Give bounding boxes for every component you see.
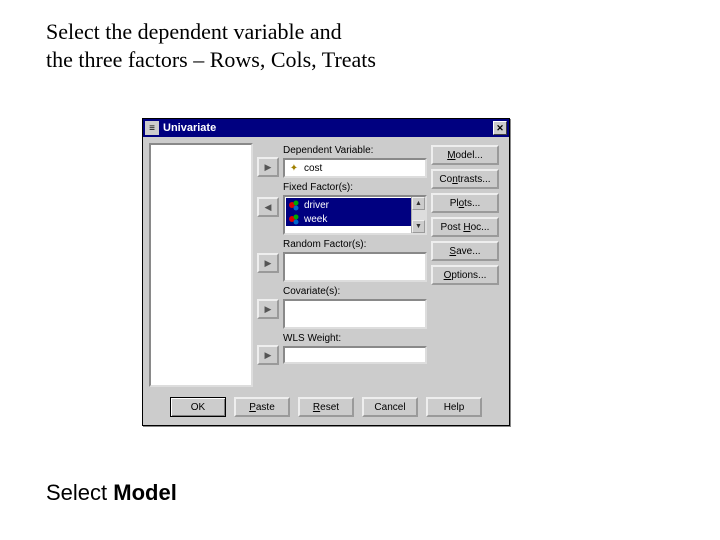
plots-button[interactable]: Plots...: [431, 193, 499, 213]
dependent-label: Dependent Variable:: [283, 145, 427, 156]
help-button[interactable]: Help: [426, 397, 482, 417]
univariate-dialog: ≡ Univariate ✕ ▶ ◀ ▶ ▶ ▶ Dependent Varia…: [142, 118, 510, 426]
options-button[interactable]: Options...: [431, 265, 499, 285]
close-icon[interactable]: ✕: [493, 121, 507, 135]
random-factors-field[interactable]: [283, 252, 427, 282]
wls-label: WLS Weight:: [283, 333, 427, 344]
nominal-icon: [288, 213, 300, 225]
instruction-text-top: Select the dependent variable and the th…: [46, 18, 376, 73]
save-button[interactable]: Save...: [431, 241, 499, 261]
random-label: Random Factor(s):: [283, 239, 427, 250]
source-variable-list[interactable]: [149, 143, 253, 387]
scale-icon: ✦: [288, 162, 300, 174]
wls-field[interactable]: [283, 346, 427, 364]
move-dependent-button[interactable]: ▶: [257, 157, 279, 177]
reset-button[interactable]: Reset: [298, 397, 354, 417]
list-item: week: [286, 212, 424, 226]
model-button[interactable]: Model...: [431, 145, 499, 165]
nominal-icon: [288, 199, 300, 211]
move-covariate-button[interactable]: ▶: [257, 299, 279, 319]
move-wls-button[interactable]: ▶: [257, 345, 279, 365]
titlebar[interactable]: ≡ Univariate ✕: [143, 119, 509, 137]
scroll-down-icon[interactable]: ▼: [412, 220, 425, 233]
covariates-field[interactable]: [283, 299, 427, 329]
contrasts-button[interactable]: Contrasts...: [431, 169, 499, 189]
fixed-factors-field[interactable]: driver week ▲ ▼: [283, 195, 427, 235]
move-fixed-button[interactable]: ◀: [257, 197, 279, 217]
posthoc-button[interactable]: Post Hoc...: [431, 217, 499, 237]
move-random-button[interactable]: ▶: [257, 253, 279, 273]
fixed-scrollbar[interactable]: ▲ ▼: [411, 197, 425, 233]
list-item: driver: [286, 198, 424, 212]
cancel-button[interactable]: Cancel: [362, 397, 418, 417]
dependent-value: cost: [304, 163, 322, 174]
paste-button[interactable]: Paste: [234, 397, 290, 417]
covariates-label: Covariate(s):: [283, 286, 427, 297]
fixed-label: Fixed Factor(s):: [283, 182, 427, 193]
scroll-up-icon[interactable]: ▲: [412, 197, 425, 210]
fixed-item-0: driver: [304, 200, 329, 211]
instruction-text-bottom: Select Model: [46, 480, 177, 506]
dialog-title: Univariate: [163, 122, 493, 134]
app-icon: ≡: [145, 121, 159, 135]
fixed-item-1: week: [304, 214, 327, 225]
ok-button[interactable]: OK: [170, 397, 226, 417]
dependent-field[interactable]: ✦ cost: [283, 158, 427, 178]
